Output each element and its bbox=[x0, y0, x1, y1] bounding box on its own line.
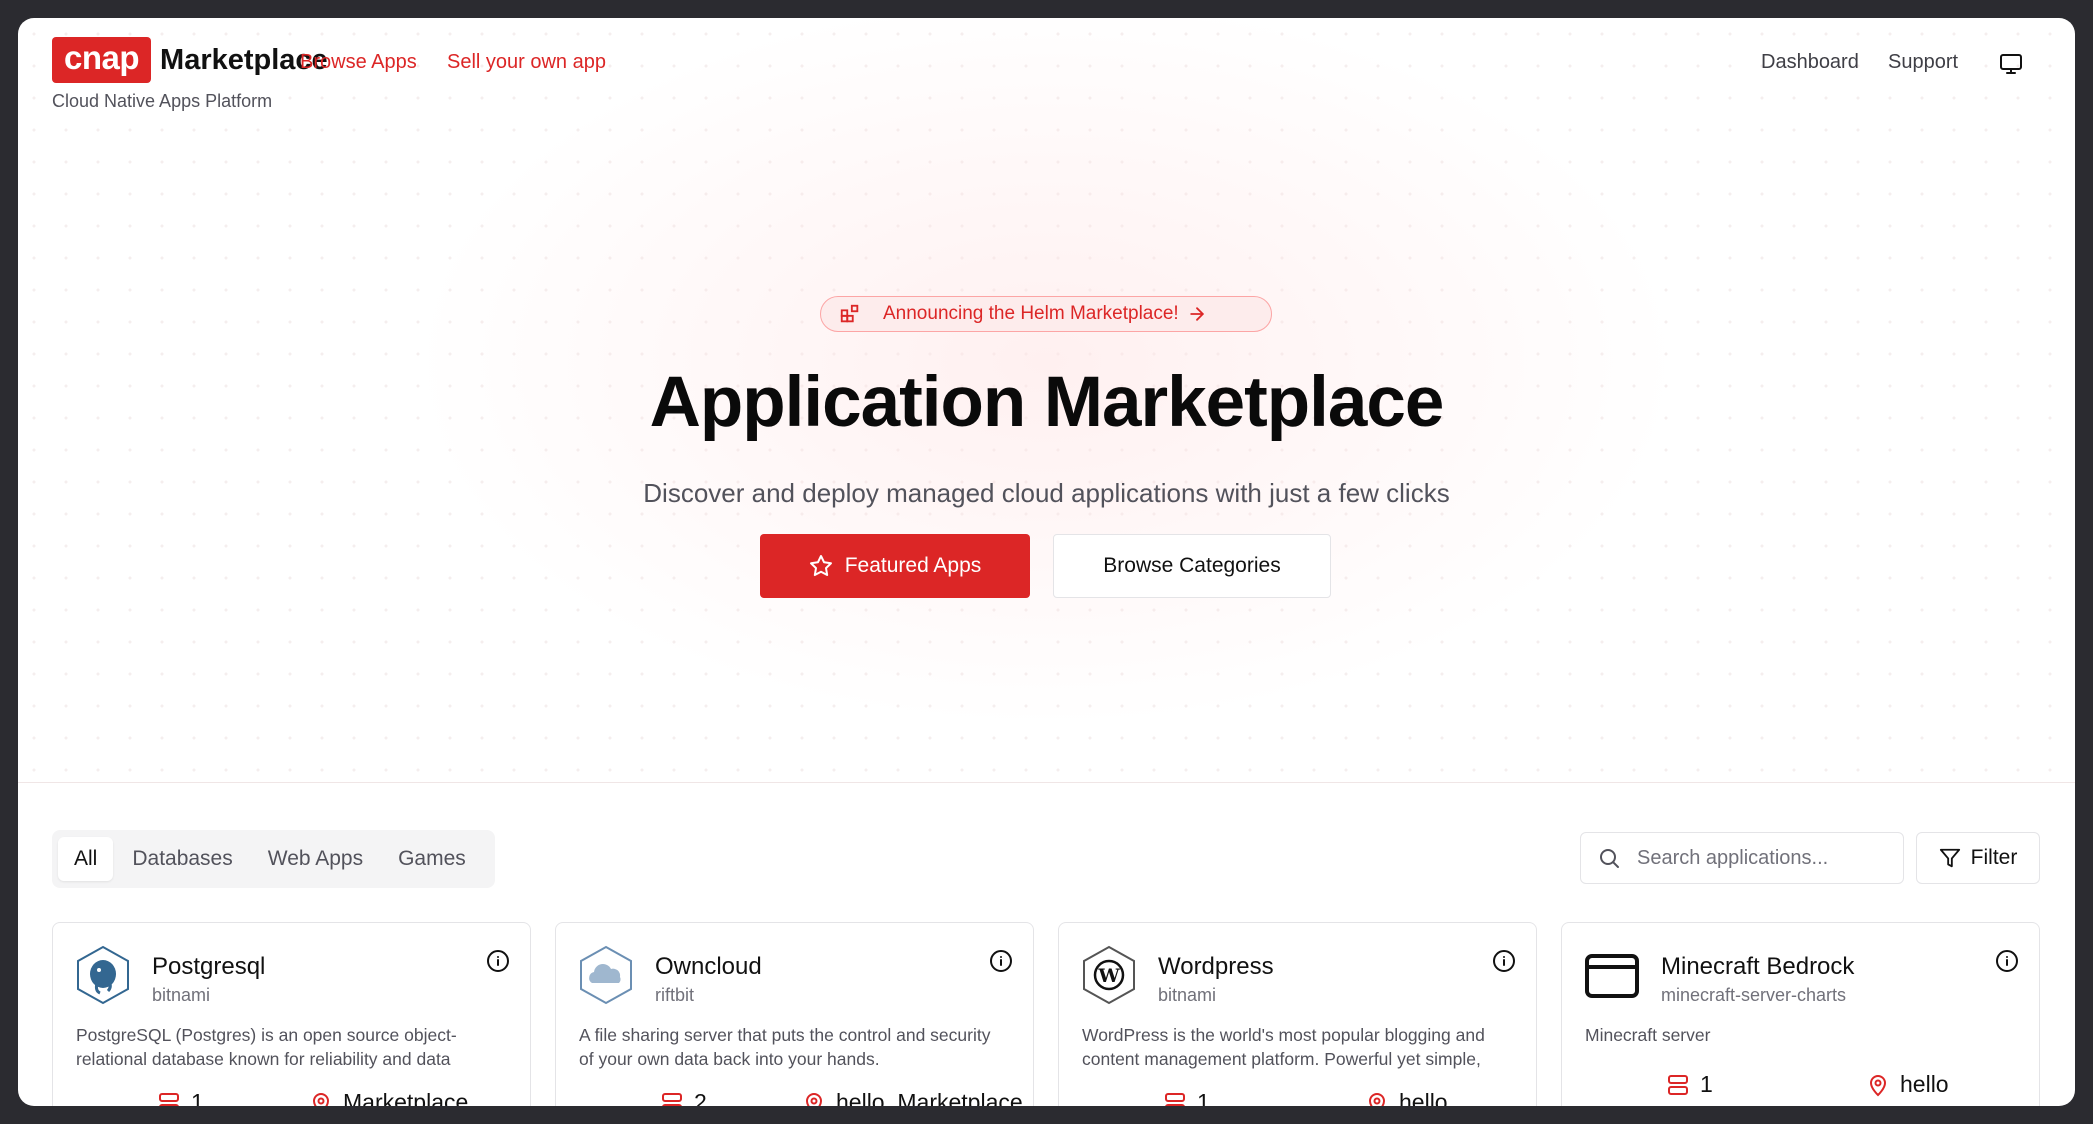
instance-count: 1 bbox=[1666, 1071, 1713, 1098]
filter-button[interactable]: Filter bbox=[1916, 832, 2040, 884]
app-name: Wordpress bbox=[1158, 953, 1274, 980]
server-icon bbox=[1165, 1092, 1185, 1106]
server-icon bbox=[662, 1092, 682, 1106]
app-vendor: minecraft-server-charts bbox=[1661, 985, 1847, 1005]
app-description: A file sharing server that puts the cont… bbox=[579, 1025, 991, 1069]
page-subtitle: Discover and deploy managed cloud applic… bbox=[643, 478, 1450, 508]
app-vendor: bitnami bbox=[152, 985, 211, 1005]
cloud-icon bbox=[580, 945, 632, 1005]
search-icon bbox=[1600, 849, 1619, 868]
tab-all[interactable]: All bbox=[58, 837, 114, 881]
tagline: Cloud Native Apps Platform bbox=[52, 91, 273, 111]
nav-support[interactable]: Support bbox=[1888, 51, 1958, 74]
instance-count: 2 bbox=[660, 1089, 707, 1106]
info-icon[interactable] bbox=[486, 949, 510, 973]
nav-sell-app[interactable]: Sell your own app bbox=[447, 51, 606, 74]
category-tabs: All Databases Web Apps Games bbox=[52, 830, 495, 888]
search-box[interactable] bbox=[1580, 832, 1904, 884]
app-name: Owncloud bbox=[655, 953, 762, 980]
filter-icon bbox=[1939, 848, 1960, 868]
monitor-icon[interactable] bbox=[1998, 52, 2024, 76]
apps-icon bbox=[840, 304, 859, 323]
app-description: PostgreSQL (Postgres) is an open source … bbox=[76, 1025, 457, 1069]
info-icon[interactable] bbox=[1995, 949, 2019, 973]
featured-apps-label: Featured Apps bbox=[844, 554, 982, 577]
app-name: Postgresql bbox=[152, 953, 266, 980]
instance-count: 1 bbox=[1163, 1089, 1210, 1106]
map-pin-icon bbox=[805, 1092, 823, 1106]
logo[interactable]: cnap Marketplace bbox=[52, 37, 328, 83]
nav-browse-apps[interactable]: Browse Apps bbox=[300, 51, 417, 74]
arrow-right-icon bbox=[1189, 307, 1204, 321]
svg-text:W: W bbox=[1097, 965, 1120, 987]
map-pin-icon bbox=[1368, 1092, 1386, 1106]
app-card-minecraft-bedrock[interactable]: Minecraft Bedrock minecraft-server-chart… bbox=[1561, 922, 2040, 1106]
info-icon[interactable] bbox=[989, 949, 1013, 973]
map-pin-icon bbox=[1869, 1074, 1887, 1096]
page-title: Application Marketplace bbox=[649, 363, 1445, 442]
instance-count: 1 bbox=[157, 1089, 204, 1106]
app-window: cnap Marketplace Cloud Native Apps Platf… bbox=[18, 18, 2075, 1106]
app-vendor: bitnami bbox=[1158, 985, 1217, 1005]
map-pin-icon bbox=[312, 1092, 330, 1106]
featured-apps-button[interactable]: Featured Apps bbox=[760, 534, 1030, 598]
app-vendor: riftbit bbox=[655, 985, 695, 1005]
tab-databases[interactable]: Databases bbox=[116, 837, 248, 881]
app-name: Minecraft Bedrock bbox=[1661, 953, 1855, 980]
announcement-text: Announcing the Helm Marketplace! bbox=[883, 303, 1179, 324]
search-input[interactable] bbox=[1637, 846, 1887, 870]
filter-label: Filter bbox=[1970, 846, 2018, 869]
tab-web-apps[interactable]: Web Apps bbox=[252, 837, 379, 881]
server-icon bbox=[1668, 1074, 1688, 1095]
tab-games[interactable]: Games bbox=[382, 837, 482, 881]
elephant-icon bbox=[77, 945, 129, 1005]
logo-mark: cnap bbox=[52, 37, 152, 83]
app-card-postgresql[interactable]: Postgresql bitnami PostgreSQL (Postgres)… bbox=[52, 922, 531, 1106]
app-description: WordPress is the world's most popular bl… bbox=[1082, 1025, 1485, 1069]
nav-dashboard[interactable]: Dashboard bbox=[1761, 51, 1859, 74]
app-location: hello bbox=[1866, 1071, 1949, 1098]
announcement-badge[interactable]: Announcing the Helm Marketplace! bbox=[820, 296, 1272, 332]
app-card-wordpress[interactable]: W Wordpress bitnami WordPress is the wor… bbox=[1058, 922, 1537, 1106]
app-card-owncloud[interactable]: Owncloud riftbit A file sharing server t… bbox=[555, 922, 1034, 1106]
wordpress-icon: W bbox=[1083, 945, 1135, 1005]
info-icon[interactable] bbox=[1492, 949, 1516, 973]
server-icon bbox=[159, 1092, 179, 1106]
star-icon bbox=[809, 555, 832, 577]
browse-categories-button[interactable]: Browse Categories bbox=[1053, 534, 1331, 598]
app-location: Marketplace bbox=[309, 1089, 468, 1106]
app-location: hello, Marketplace bbox=[802, 1089, 1023, 1106]
browser-window-icon bbox=[1585, 954, 1639, 998]
app-description: Minecraft server bbox=[1585, 1025, 1711, 1045]
app-location: hello bbox=[1365, 1089, 1448, 1106]
